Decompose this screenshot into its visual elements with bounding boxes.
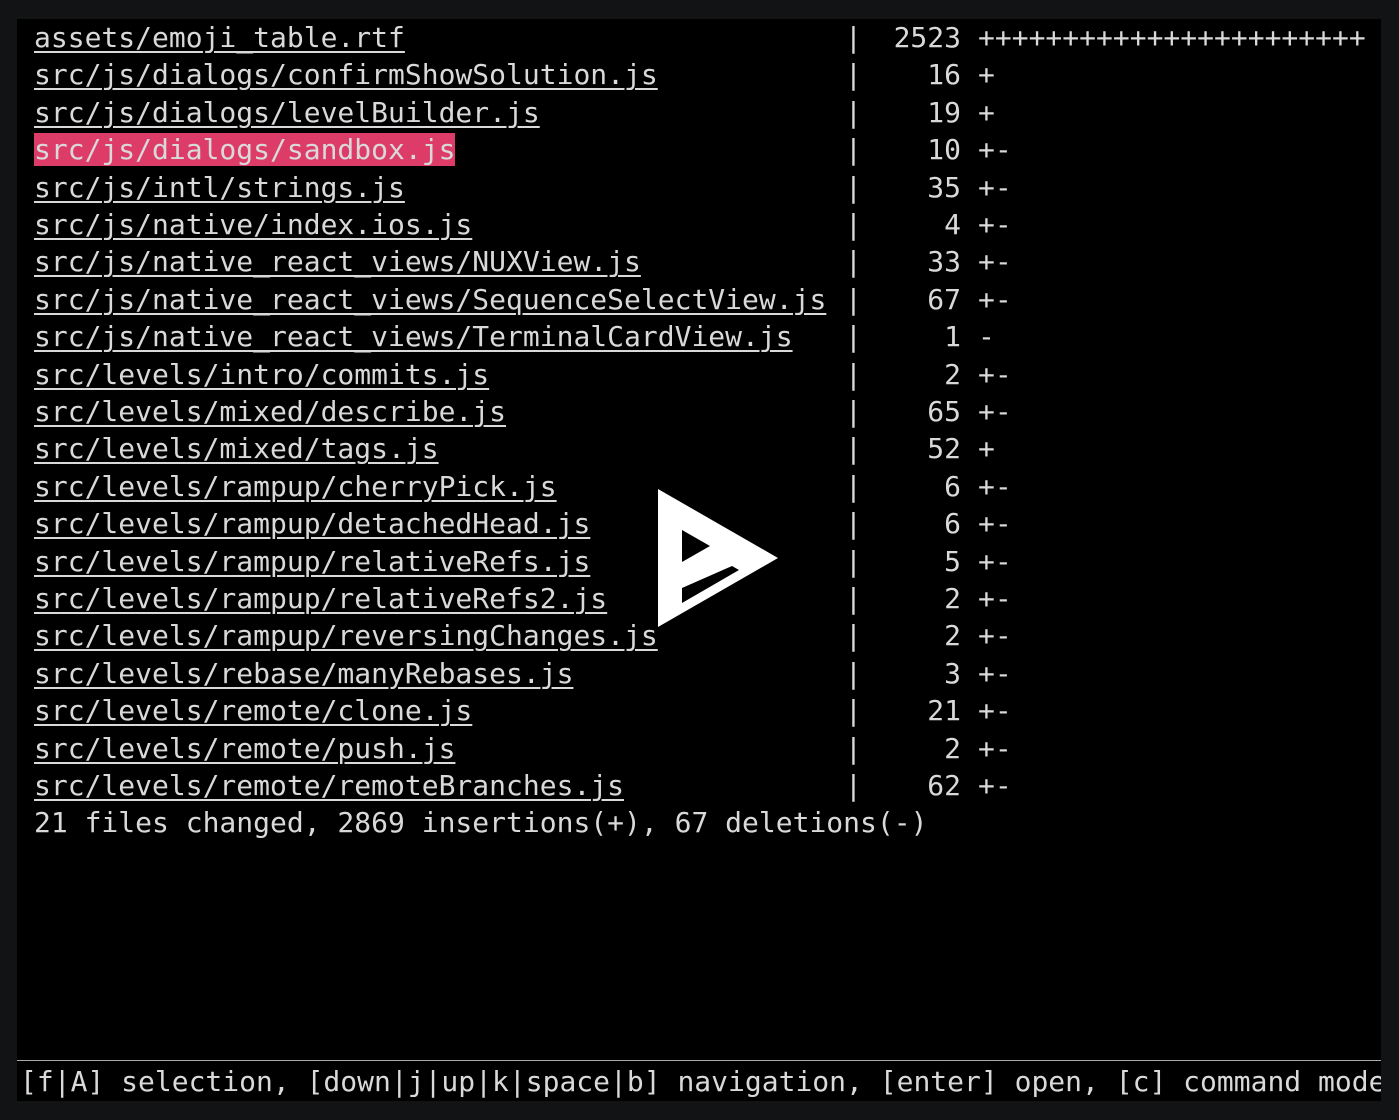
file-path[interactable]: src/levels/remote/remoteBranches.js (34, 769, 624, 802)
change-graph: +- (978, 694, 1012, 728)
diffstat-row[interactable]: src/levels/mixed/tags.js | 52 + (34, 430, 1374, 467)
diffstat-summary: 21 files changed, 2869 insertions(+), 67… (34, 806, 928, 840)
change-count: 2 (944, 582, 961, 615)
change-graph: +- (978, 170, 1012, 204)
change-count: 52 (927, 432, 961, 466)
change-graph: +- (978, 469, 1012, 503)
change-graph: +- (978, 544, 1012, 578)
change-count: 2523 (893, 21, 961, 54)
diffstat-row[interactable]: src/levels/remote/push.js | 2 +- (34, 730, 1374, 767)
diffstat-row[interactable]: src/levels/intro/commits.js | 2 +- (34, 356, 1374, 393)
change-graph: +- (978, 656, 1012, 690)
diffstat-row[interactable]: src/js/native_react_views/SequenceSelect… (34, 281, 1374, 318)
play-button[interactable] (658, 489, 780, 631)
file-path[interactable]: src/js/native_react_views/NUXView.js (34, 245, 641, 278)
diffstat-row[interactable]: src/js/native_react_views/TerminalCardVi… (34, 318, 1374, 355)
change-count: 21 (927, 694, 961, 728)
change-graph: + (978, 432, 995, 466)
change-graph: +- (978, 282, 1012, 316)
change-graph: + (978, 58, 995, 92)
change-count: 16 (927, 58, 961, 92)
file-path-selected[interactable]: src/js/dialogs/sandbox.js (34, 133, 456, 167)
change-count: 67 (927, 282, 961, 316)
change-graph: +- (978, 731, 1012, 765)
file-path[interactable]: src/levels/mixed/describe.js (34, 395, 506, 428)
diffstat-row[interactable]: src/js/native_react_views/NUXView.js | 33 +… (34, 243, 1374, 280)
diffstat-row[interactable]: src/levels/rebase/manyRebases.js | 3 +- (34, 655, 1374, 692)
change-graph: + (978, 95, 995, 129)
change-graph: +- (978, 507, 1012, 541)
change-count: 10 (927, 133, 961, 167)
change-count: 1 (944, 320, 961, 354)
change-count: 5 (944, 544, 961, 578)
change-count: 65 (927, 395, 961, 428)
file-path[interactable]: src/levels/remote/clone.js (34, 694, 472, 727)
diffstat-row[interactable]: assets/emoji_table.rtf | 2523 +++++++++++++… (34, 19, 1374, 56)
file-path[interactable]: src/js/dialogs/levelBuilder.js (34, 96, 540, 129)
change-graph: +- (978, 245, 1012, 279)
change-count: 6 (944, 469, 961, 503)
file-path[interactable]: src/levels/rampup/cherryPick.js (34, 470, 557, 503)
change-count: 33 (927, 245, 961, 279)
change-graph: +- (978, 395, 1012, 428)
change-count: 19 (927, 95, 961, 129)
diffstat-row[interactable]: src/js/dialogs/sandbox.js | 10 +- (34, 131, 1374, 168)
file-path[interactable]: src/levels/rampup/relativeRefs2.js (34, 582, 607, 615)
diffstat-row[interactable]: src/js/native/index.ios.js | 4 +- (34, 206, 1374, 243)
file-path[interactable]: src/js/native/index.ios.js (34, 208, 472, 241)
file-path[interactable]: src/js/intl/strings.js (34, 171, 405, 204)
change-count: 62 (927, 769, 961, 802)
diffstat-row[interactable]: src/levels/remote/clone.js | 21 +- (34, 692, 1374, 729)
change-graph: +- (978, 357, 1012, 391)
change-graph: +- (978, 208, 1012, 241)
change-count: 35 (927, 170, 961, 204)
diffstat-row[interactable]: src/levels/mixed/describe.js | 65 +- (34, 393, 1374, 430)
file-path[interactable]: src/js/dialogs/confirmShowSolution.js (34, 58, 658, 91)
file-path[interactable]: src/js/native_react_views/SequenceSelect… (34, 283, 826, 316)
change-graph: - (978, 320, 995, 354)
terminal-player[interactable]: assets/emoji_table.rtf | 2523 +++++++++++++… (17, 19, 1381, 1101)
change-count: 2 (944, 357, 961, 391)
change-graph: +- (978, 582, 1012, 615)
file-path[interactable]: src/levels/mixed/tags.js (34, 432, 439, 465)
change-count: 2 (944, 731, 961, 765)
change-count: 6 (944, 507, 961, 541)
file-path[interactable]: src/levels/remote/push.js (34, 732, 455, 765)
file-path[interactable]: src/js/native_react_views/TerminalCardVi… (34, 320, 793, 353)
file-path[interactable]: src/levels/rampup/relativeRefs.js (34, 545, 590, 578)
change-count: 4 (944, 208, 961, 241)
file-path[interactable]: src/levels/rebase/manyRebases.js (34, 657, 573, 690)
change-graph: +- (978, 619, 1012, 653)
file-path[interactable]: src/levels/rampup/detachedHead.js (34, 507, 590, 540)
status-bar: [f|A] selection, [down|j|up|k|space|b] n… (20, 1065, 1381, 1098)
change-graph: +- (978, 133, 1012, 167)
change-count: 3 (944, 656, 961, 690)
status-divider (17, 1060, 1381, 1061)
file-path[interactable]: src/levels/rampup/reversingChanges.js (34, 619, 658, 652)
file-path[interactable]: assets/emoji_table.rtf (34, 21, 405, 54)
file-path[interactable]: src/levels/intro/commits.js (34, 358, 489, 391)
diffstat-row[interactable]: src/js/intl/strings.js | 35 +- (34, 169, 1374, 206)
diffstat-row[interactable]: src/js/dialogs/levelBuilder.js | 19 + (34, 94, 1374, 131)
diffstat-row[interactable]: src/js/dialogs/confirmShowSolution.js | 16… (34, 56, 1374, 93)
diffstat-row[interactable]: src/levels/remote/remoteBranches.js | 62 +- (34, 767, 1374, 804)
asciinema-play-icon (658, 489, 778, 627)
change-count: 2 (944, 619, 961, 653)
change-graph: +- (978, 769, 1012, 802)
change-graph: +++++++++++++++++++++++ (978, 21, 1366, 54)
